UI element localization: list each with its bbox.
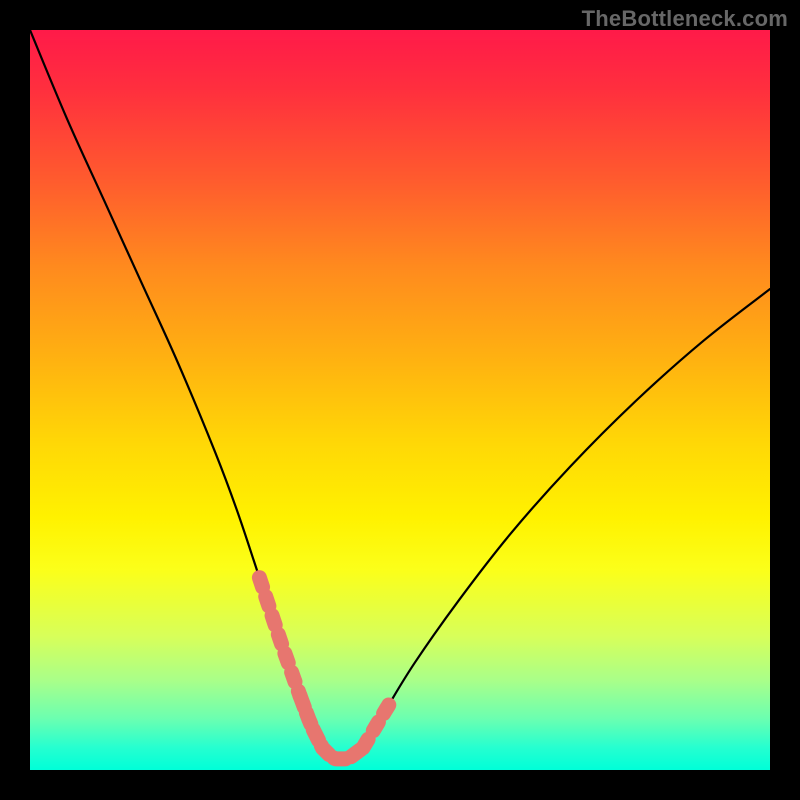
bottleneck-curve <box>30 30 770 760</box>
curve-svg <box>30 30 770 770</box>
watermark-text: TheBottleneck.com <box>582 6 788 32</box>
highlight-segment <box>259 578 300 696</box>
highlight-segment <box>300 696 363 759</box>
plot-area <box>30 30 770 770</box>
highlight-markers <box>259 578 392 759</box>
highlight-segment <box>363 699 393 748</box>
chart-frame: TheBottleneck.com <box>0 0 800 800</box>
